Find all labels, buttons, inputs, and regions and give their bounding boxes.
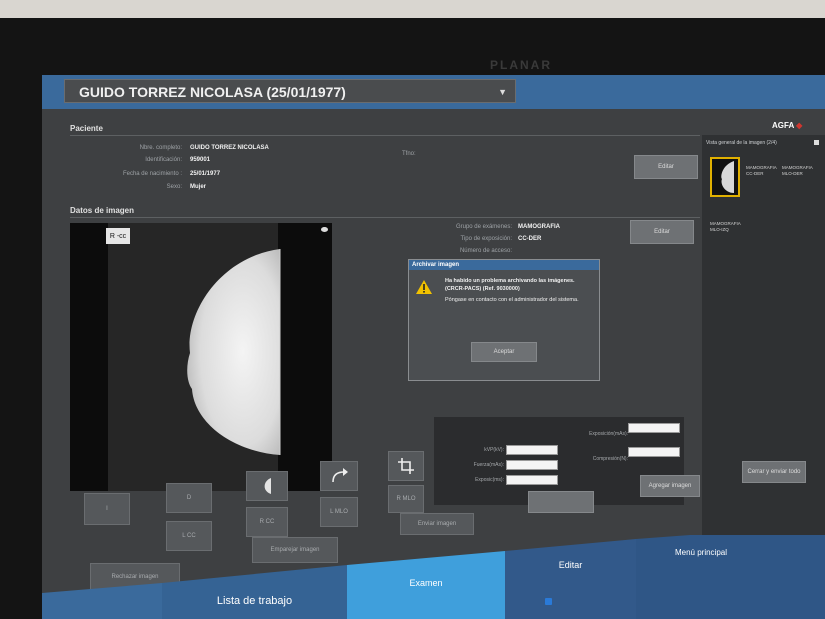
overview-title: Vista general de la imagen (2/4) [706,140,777,146]
monitor-brand: PLANAR [490,58,552,72]
patient-edit-button[interactable]: Editar [634,155,698,179]
exposure-label: Exposición(mAs): [589,431,628,437]
sex-label: Sexo: [166,184,182,190]
dialog-title: Archivar imagen [409,260,599,270]
tab-edit[interactable]: Editar [505,551,636,579]
add-image-button[interactable]: Agregar imagen [640,475,700,497]
compression-label: Compresión(N): [592,456,628,462]
birth-value: 25/01/1977 [190,171,221,177]
image-data-divider [70,217,700,218]
patient-divider [70,135,700,136]
exposure-type-label: Tipo de exposición: [460,236,512,242]
view-button-lmlo[interactable]: L MLO [320,497,358,527]
full-name-label: Nbre. completo: [139,145,182,151]
thumbnail-3-label: MAMOGRAFIA MLO-IZQ [710,221,741,232]
send-image-button[interactable]: Enviar imagen [400,513,474,535]
orientation-tag: R -cc [106,228,130,244]
tab-worklist[interactable]: Lista de trabajo [162,583,347,619]
kvp-label: kVP(kV): [484,447,504,453]
time-input[interactable] [506,475,558,485]
mammogram-viewer[interactable]: R -cc [70,223,332,491]
agfa-logo: AGFA ◆ [772,121,802,130]
warning-icon [416,280,432,294]
status-button[interactable] [528,491,594,513]
phone-label: Tfno: [402,151,416,157]
crop-button[interactable] [388,451,424,481]
full-name-value: GUIDO TORREZ NICOLASA [190,145,269,151]
viewer-indicator-icon [321,227,328,232]
image-data-section-title: Datos de imagen [70,206,135,215]
chevron-down-icon: ▼ [498,87,507,97]
power-led-icon [545,598,552,605]
rotate-button[interactable] [320,461,358,491]
view-button-i[interactable]: I [84,493,130,525]
patient-selector-label: GUIDO TORREZ NICOLASA (25/01/1977) [79,84,346,100]
patient-section-title: Paciente [70,124,103,133]
compression-input[interactable] [628,447,680,457]
main-tabs: Lista de trabajo Examen Editar Menú prin… [42,535,825,619]
image-data-edit-button[interactable]: Editar [630,220,694,244]
exam-group-label: Grupo de exámenes: [455,224,512,230]
id-label: Identificación: [145,157,182,163]
screen: GUIDO TORREZ NICOLASA (25/01/1977) ▼ AGF… [42,75,825,619]
access-number-label: Número de acceso: [459,248,512,254]
mammogram-image [70,223,332,491]
agfa-logo-text: AGFA [772,121,794,130]
dialog-ok-button[interactable]: Aceptar [471,342,537,362]
dialog-message: Ha habido un problema archivando las imá… [445,278,575,292]
sex-value: Mujer [190,184,207,190]
patient-selector[interactable]: GUIDO TORREZ NICOLASA (25/01/1977) ▼ [64,79,516,103]
time-label: Exposic(ms): [475,477,504,483]
dialog-detail: Póngase en contacto con el administrador… [445,297,579,303]
view-button-rcc[interactable]: R CC [246,507,288,537]
thumbnail-1-label: MAMOGRAFIA CC-DER [746,165,777,176]
exposure-type-value: CC-DER [518,236,542,242]
close-send-all-button[interactable]: Cerrar y enviar todo [742,461,806,483]
crop-icon [398,458,414,474]
agfa-rhombus-icon: ◆ [793,121,803,130]
panel-menu-icon[interactable] [814,140,819,145]
rotate-arrow-icon [332,468,348,483]
view-button-breast[interactable] [246,471,288,501]
thumbnail-2-label: MAMOGRAFIA MLO-DER [782,165,813,176]
birth-label: Fecha de nacimiento : [122,171,182,177]
view-button-rmlo[interactable]: R MLO [388,485,424,513]
archive-error-dialog: Archivar imagen Ha habido un problema ar… [408,259,600,381]
thumbnail-image [721,161,734,193]
tab-exam[interactable]: Examen [347,565,505,601]
kvp-input[interactable] [506,445,558,455]
exposure-input[interactable] [628,423,680,433]
top-bar: GUIDO TORREZ NICOLASA (25/01/1977) ▼ [42,75,825,109]
image-overview-panel: Vista general de la imagen (2/4) MAMOGRA… [702,135,825,545]
view-button-d[interactable]: D [166,483,212,513]
tab-main-menu[interactable]: Menú principal [636,539,766,565]
thumbnail-selected[interactable] [710,157,740,197]
current-input[interactable] [506,460,558,470]
exam-group-value: MAMOGRAFIA [518,224,560,230]
breast-icon [264,478,271,494]
current-label: Fuerza(mAs): [473,462,504,468]
id-value: 959001 [190,157,211,163]
